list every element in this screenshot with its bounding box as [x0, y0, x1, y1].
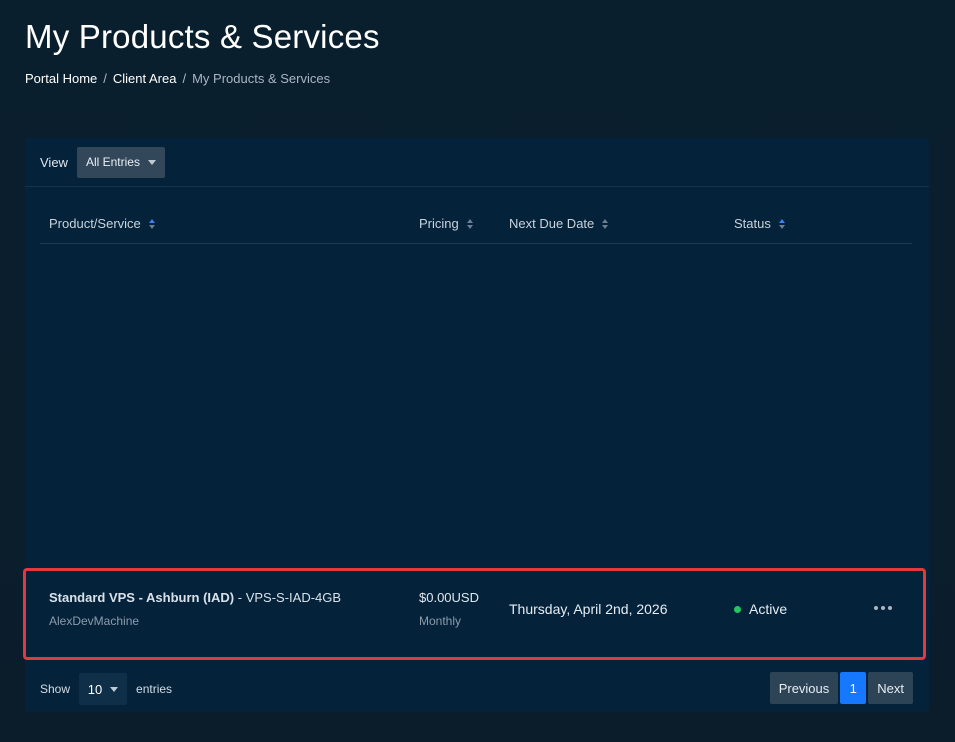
- page-length-control: Show 10 entries: [40, 673, 172, 705]
- page-1-button[interactable]: 1: [840, 672, 867, 704]
- chevron-down-icon: [110, 686, 119, 692]
- previous-page-button[interactable]: Previous: [769, 672, 839, 704]
- page-title: My Products & Services: [25, 18, 380, 55]
- column-label: Status: [734, 216, 771, 231]
- page-length-value: 10: [87, 681, 103, 697]
- product-domain: AlexDevMachine: [49, 614, 140, 628]
- product-name[interactable]: Standard VPS - Ashburn (IAD) - VPS-S-IAD…: [49, 590, 341, 605]
- next-due-date: Thursday, April 2nd, 2026: [509, 601, 668, 617]
- view-filter-value: All Entries: [85, 155, 140, 169]
- column-header-pricing[interactable]: Pricing: [419, 216, 473, 231]
- billing-cycle: Monthly: [419, 614, 462, 628]
- next-page-button[interactable]: Next: [868, 672, 913, 704]
- column-label: Next Due Date: [509, 216, 595, 231]
- chevron-down-icon: [147, 159, 156, 165]
- breadcrumb: Portal Home / Client Area / My Products …: [25, 71, 330, 86]
- breadcrumb-current: My Products & Services: [192, 71, 331, 86]
- product-price: $0.00USD: [419, 590, 479, 605]
- column-label: Product/Service: [49, 216, 141, 231]
- view-label: View: [40, 154, 68, 170]
- column-header-status[interactable]: Status: [734, 216, 785, 231]
- table-row[interactable]: Standard VPS - Ashburn (IAD) - VPS-S-IAD…: [25, 568, 929, 663]
- page-length-select[interactable]: 10: [79, 673, 128, 705]
- breadcrumb-client-area[interactable]: Client Area: [113, 71, 177, 86]
- column-label: Pricing: [419, 216, 459, 231]
- show-label: Show: [40, 682, 71, 696]
- product-title: Standard VPS - Ashburn (IAD): [49, 590, 235, 605]
- sort-icon: [778, 218, 785, 229]
- breadcrumb-separator: /: [103, 71, 107, 86]
- sort-icon: [148, 218, 155, 229]
- breadcrumb-separator: /: [182, 71, 187, 86]
- status-dot-icon: [734, 605, 741, 613]
- column-header-product[interactable]: Product/Service: [49, 216, 155, 231]
- table-toolbar: View All Entries: [25, 138, 929, 187]
- column-header-next-due-date[interactable]: Next Due Date: [509, 216, 609, 231]
- products-table-card: View All Entries Product/Service Pricing…: [23, 138, 929, 712]
- breadcrumb-portal-home[interactable]: Portal Home: [25, 71, 97, 86]
- pagination: Previous 1 Next: [769, 672, 913, 704]
- product-sku: - VPS-S-IAD-4GB: [234, 590, 342, 605]
- status-badge: Active: [734, 601, 787, 617]
- status-label: Active: [749, 601, 788, 617]
- view-filter-select[interactable]: All Entries: [76, 146, 165, 178]
- table-header: Product/Service Pricing Next Due Date St…: [40, 208, 912, 244]
- more-options-icon[interactable]: [874, 606, 892, 610]
- sort-icon: [466, 218, 473, 229]
- entries-label: entries: [136, 682, 173, 696]
- sort-icon: [602, 218, 609, 229]
